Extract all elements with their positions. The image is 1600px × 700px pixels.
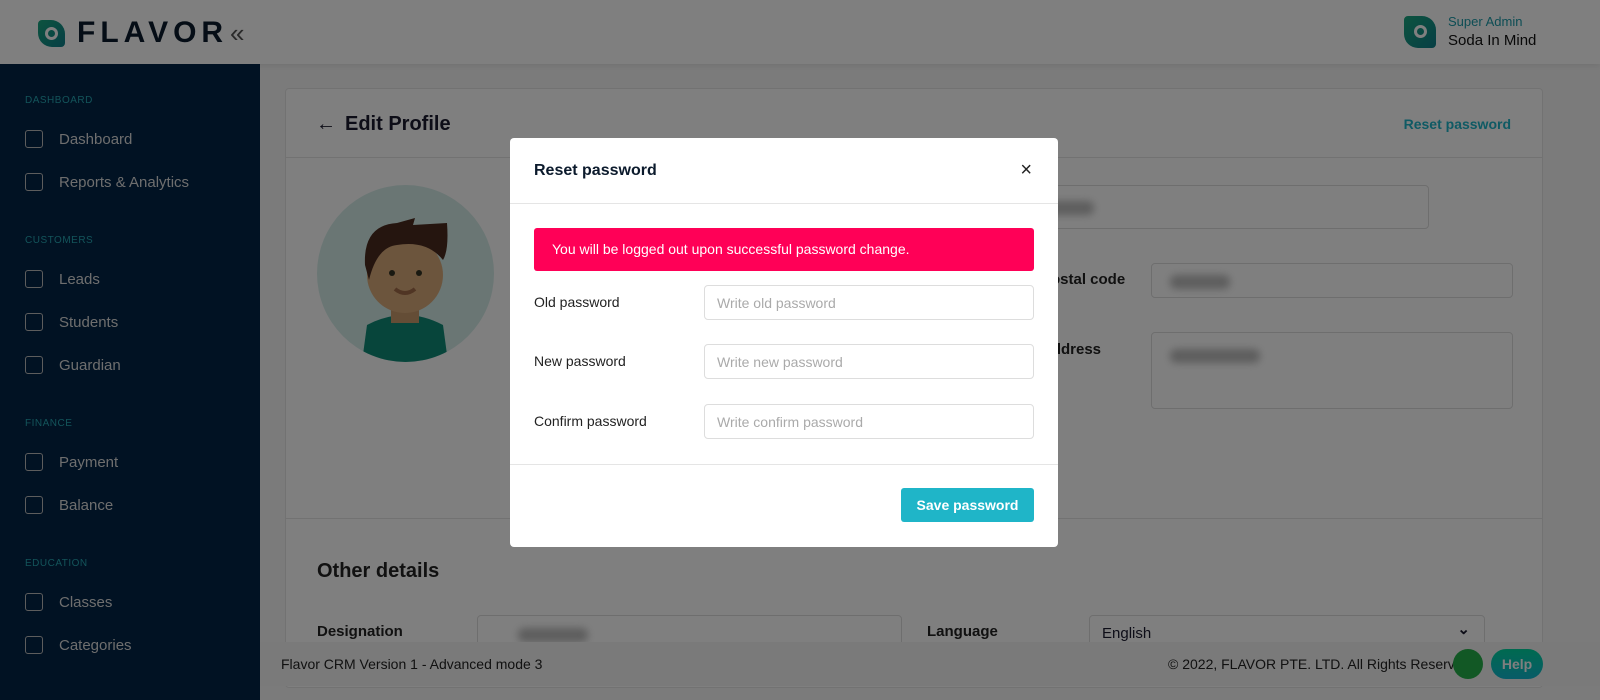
warning-alert: You will be logged out upon successful p…: [534, 228, 1034, 271]
confirm-password-label: Confirm password: [534, 413, 647, 429]
modal-title: Reset password: [534, 162, 657, 179]
save-password-button[interactable]: Save password: [901, 488, 1034, 522]
close-icon[interactable]: ×: [1020, 159, 1032, 182]
old-password-label: Old password: [534, 294, 620, 310]
new-password-label: New password: [534, 353, 626, 369]
new-password-input[interactable]: [704, 344, 1034, 379]
old-password-input[interactable]: [704, 285, 1034, 320]
reset-password-modal: Reset password × You will be logged out …: [510, 138, 1058, 547]
modal-footer-divider: [510, 464, 1058, 465]
confirm-password-input[interactable]: [704, 404, 1034, 439]
